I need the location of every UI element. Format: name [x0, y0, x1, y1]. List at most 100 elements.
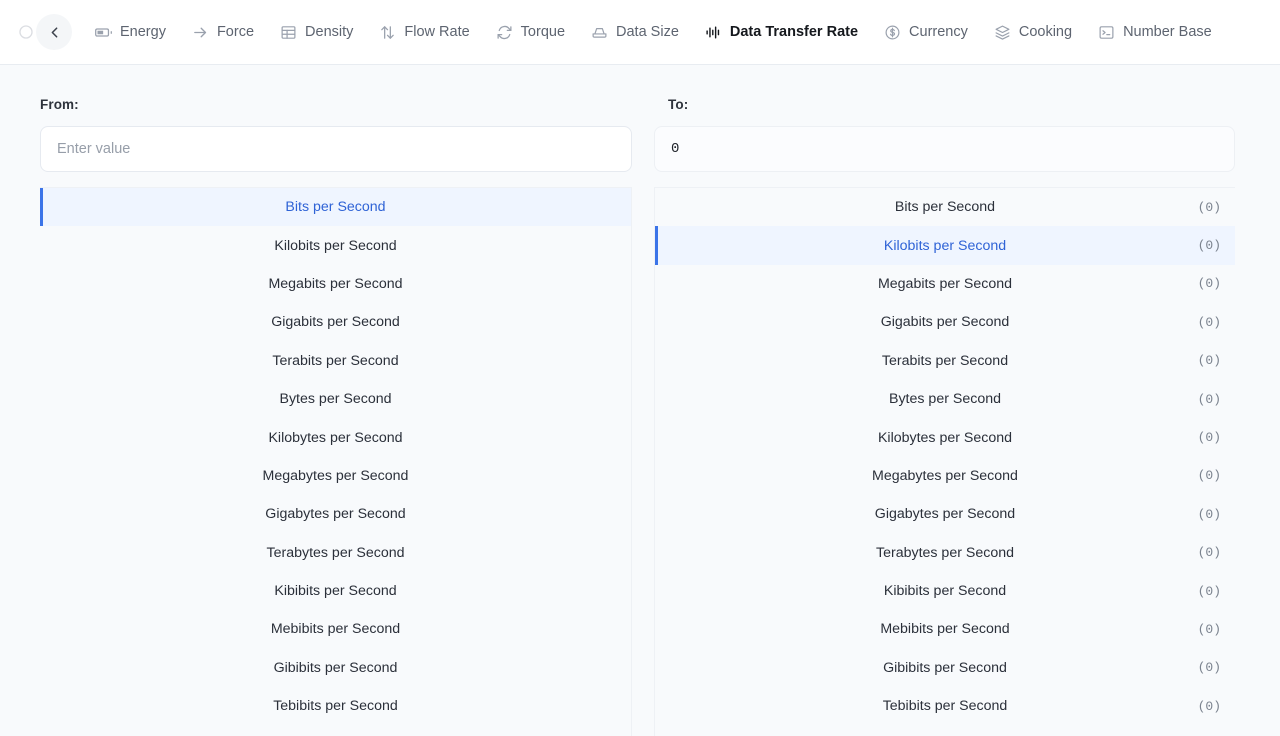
to-unit-value: (0) — [1197, 276, 1221, 292]
to-unit-row[interactable]: Gigabytes per Second (0) — [655, 495, 1235, 533]
from-unit-row[interactable]: Terabits per Second — [40, 342, 631, 380]
to-panel: To: 0 Bits per Second (0) Kilobits per Sec… — [640, 65, 1280, 736]
to-unit-row[interactable]: Kilobits per Second (0) — [655, 226, 1235, 265]
to-unit-row[interactable]: Bits per Second (0) — [655, 188, 1235, 226]
from-unit-label: Kibibits per Second — [274, 583, 397, 600]
to-unit-label: Terabits per Second — [881, 352, 1009, 369]
value-input[interactable] — [40, 126, 632, 172]
from-unit-row[interactable]: Gigabytes per Second — [40, 495, 631, 533]
from-unit-row[interactable]: Mebibits per Second — [40, 610, 631, 648]
tab-energy[interactable]: Energy — [82, 1, 179, 65]
from-unit-label: Kilobytes per Second — [268, 429, 403, 446]
tab-label: Torque — [520, 24, 566, 40]
to-unit-row[interactable]: Bytes per Second (0) — [655, 380, 1235, 418]
to-unit-value: (0) — [1197, 238, 1221, 254]
to-unit-label: Bytes per Second — [889, 391, 1001, 408]
tab-cooking[interactable]: Cooking — [981, 1, 1085, 65]
to-unit-list[interactable]: Bits per Second (0) Kilobits per Second (0)… — [654, 187, 1235, 736]
from-unit-label: Kilobits per Second — [274, 237, 397, 254]
from-unit-label: Gigabits per Second — [271, 314, 400, 331]
tab-label: Density — [305, 24, 354, 40]
tab-data-size[interactable]: Data Size — [578, 1, 692, 65]
to-unit-label: Megabytes per Second — [872, 467, 1018, 484]
from-label: From: — [40, 97, 79, 112]
to-label: To: — [668, 97, 689, 112]
to-unit-label: Gigabits per Second — [880, 314, 1010, 331]
to-unit-value: (0) — [1197, 583, 1221, 599]
arrows-up-down-icon — [379, 24, 396, 41]
to-unit-label: Tebibits per Second — [882, 698, 1008, 715]
tab-label: Number Base — [1123, 24, 1212, 40]
to-unit-label: Gibibits per Second — [883, 659, 1007, 676]
to-unit-label: Megabits per Second — [877, 275, 1013, 292]
from-unit-label: Megabits per Second — [268, 275, 403, 292]
from-unit-row[interactable]: Gigabits per Second — [40, 303, 631, 341]
from-unit-row[interactable]: Megabits per Second — [40, 265, 631, 303]
to-unit-row[interactable]: Gigabits per Second (0) — [655, 303, 1235, 341]
to-unit-row[interactable]: Mebibits per Second (0) — [655, 610, 1235, 648]
battery-icon — [95, 24, 112, 41]
to-unit-value: (0) — [1197, 621, 1221, 637]
category-tab-bar: Energy Force Density Flow Rate Torque Da… — [0, 0, 1280, 65]
tab-data-transfer-rate[interactable]: Data Transfer Rate — [691, 1, 872, 64]
arrow-right-icon — [192, 24, 209, 41]
tab-label: Cooking — [1018, 24, 1073, 40]
layers-icon — [994, 24, 1011, 41]
to-unit-row[interactable]: Kilobytes per Second (0) — [655, 418, 1235, 456]
to-unit-label: Gigabytes per Second — [874, 506, 1016, 523]
refresh-cw-icon — [496, 24, 513, 41]
from-unit-label: Mebibits per Second — [270, 621, 401, 638]
from-unit-list[interactable]: Bits per Second Kilobits per Second Megabi… — [40, 187, 632, 736]
tab-currency[interactable]: Currency — [871, 1, 981, 65]
to-unit-row[interactable]: Terabits per Second (0) — [655, 342, 1235, 380]
from-unit-row[interactable]: Megabytes per Second — [40, 457, 631, 495]
result-display: 0 — [654, 126, 1235, 172]
to-unit-row[interactable]: Terabytes per Second (0) — [655, 534, 1235, 572]
to-unit-label: Kilobits per Second — [883, 237, 1007, 254]
to-unit-value: (0) — [1197, 391, 1221, 407]
to-unit-row[interactable]: Megabits per Second (0) — [655, 265, 1235, 303]
from-unit-row[interactable]: Bytes per Second — [40, 380, 631, 418]
to-unit-label: Bits per Second — [894, 199, 996, 216]
to-unit-row[interactable]: Gibibits per Second (0) — [655, 649, 1235, 687]
tab-label: Force — [216, 24, 255, 40]
to-unit-row[interactable]: Kibibits per Second (0) — [655, 572, 1235, 610]
to-unit-label: Kibibits per Second — [883, 583, 1007, 600]
to-unit-value: (0) — [1197, 314, 1221, 330]
from-unit-row[interactable]: Kilobytes per Second — [40, 418, 631, 456]
partial-tab-icon — [19, 25, 33, 39]
from-unit-label: Bits per Second — [285, 199, 386, 216]
to-unit-value: (0) — [1197, 430, 1221, 446]
tab-label: Data Size — [616, 24, 679, 40]
from-unit-label: Gibibits per Second — [273, 659, 398, 676]
activity-wave-icon — [705, 24, 722, 41]
from-unit-row[interactable]: Tebibits per Second — [40, 687, 631, 725]
tab-force[interactable]: Force — [179, 1, 267, 65]
from-unit-label: Megabytes per Second — [262, 467, 409, 484]
tab-number-base[interactable]: Number Base — [1085, 1, 1225, 65]
tab-torque[interactable]: Torque — [483, 1, 578, 65]
from-unit-row[interactable]: Kilobits per Second — [40, 226, 631, 264]
from-unit-label: Bytes per Second — [279, 391, 392, 408]
tab-label: Energy — [120, 24, 166, 40]
tab-label: Currency — [909, 24, 968, 40]
from-unit-row[interactable]: Bits per Second — [40, 188, 631, 227]
chevron-left-icon — [51, 26, 57, 38]
tab-overflow-edge-indicator — [18, 22, 34, 42]
from-unit-label: Terabytes per Second — [266, 544, 405, 561]
from-unit-row[interactable]: Gibibits per Second — [40, 649, 631, 687]
to-unit-value: (0) — [1197, 468, 1221, 484]
from-unit-label: Terabits per Second — [272, 352, 399, 369]
from-unit-row[interactable]: Kibibits per Second — [40, 572, 631, 610]
from-unit-row[interactable]: Terabytes per Second — [40, 534, 631, 572]
table-grid-icon — [280, 24, 297, 41]
result-value: 0 — [671, 141, 680, 157]
to-unit-row[interactable]: Megabytes per Second (0) — [655, 457, 1235, 495]
to-unit-label: Mebibits per Second — [880, 621, 1010, 638]
tab-density[interactable]: Density — [267, 1, 366, 65]
back-button[interactable] — [36, 14, 72, 50]
to-unit-row[interactable]: Tebibits per Second (0) — [655, 687, 1235, 725]
tab-label: Flow Rate — [404, 24, 470, 40]
to-unit-value: (0) — [1197, 660, 1221, 676]
tab-flow-rate[interactable]: Flow Rate — [366, 1, 482, 65]
